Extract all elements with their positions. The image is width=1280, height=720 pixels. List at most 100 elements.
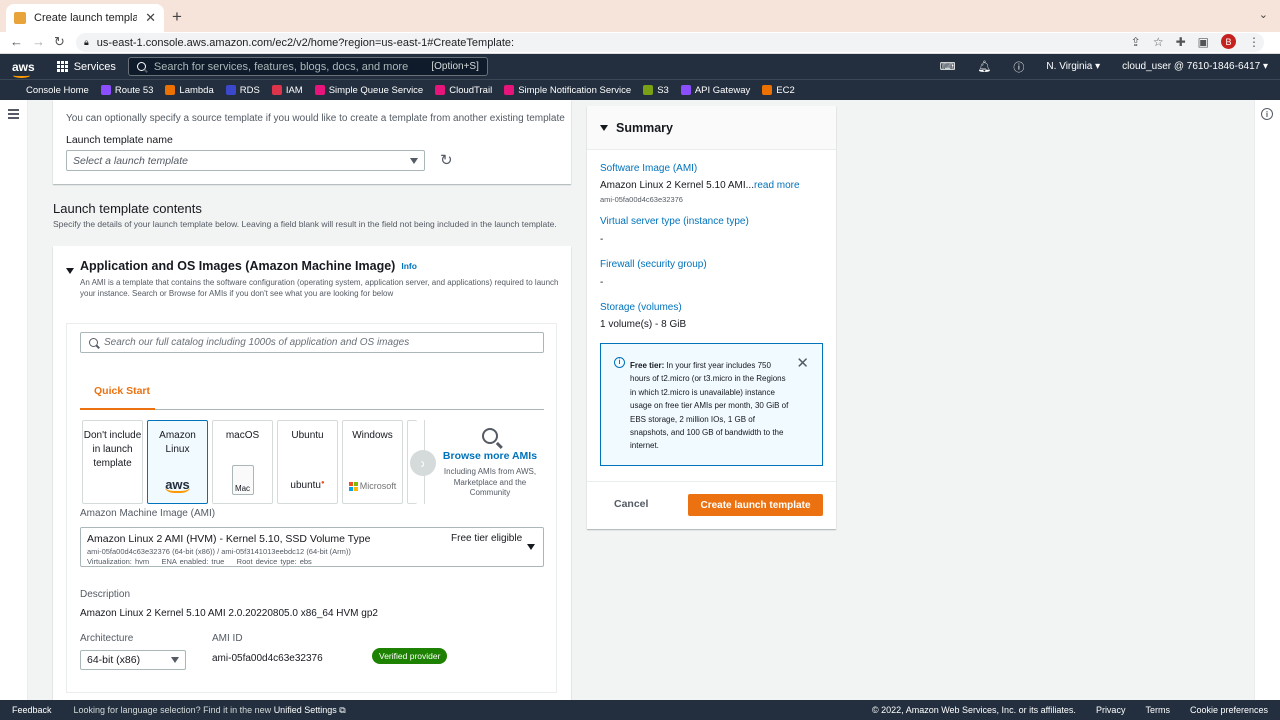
aws-top-nav: aws Services Search for services, featur… — [0, 54, 1280, 79]
favorite-link[interactable]: Simple Queue Service — [314, 84, 424, 96]
refresh-icon[interactable]: ↻ — [440, 151, 453, 169]
cookie-preferences-link[interactable]: Cookie preferences — [1190, 705, 1268, 715]
services-menu-button[interactable]: Services — [56, 61, 116, 73]
ami-section-title: Application and OS Images (Amazon Machin… — [80, 259, 396, 273]
os-tile-windows[interactable]: Windows Microsoft — [342, 420, 403, 504]
browse-more-amis-link[interactable]: Browse more AMIs — [435, 450, 545, 462]
extensions-icon[interactable]: ✚ — [1176, 35, 1186, 49]
carousel-next-button[interactable]: › — [410, 450, 436, 476]
software-image-value: Amazon Linux 2 Kernel 5.10 AMI...read mo… — [600, 180, 800, 191]
browse-more-amis[interactable]: Browse more AMIs Including AMIs from AWS… — [435, 424, 545, 499]
info-link[interactable]: Info — [401, 261, 417, 271]
service-icon — [271, 85, 282, 95]
favorite-label: S3 — [657, 84, 669, 96]
forward-icon[interactable]: → — [32, 34, 45, 49]
reload-icon[interactable]: ↻ — [54, 34, 65, 50]
instance-type-link[interactable]: Virtual server type (instance type) — [600, 216, 749, 227]
summary-title: Summary — [616, 120, 673, 135]
os-tile-label: macOS — [225, 430, 260, 441]
service-icon — [504, 85, 515, 95]
storage-link[interactable]: Storage (volumes) — [600, 302, 682, 313]
profile-avatar[interactable]: B — [1221, 34, 1236, 49]
verified-provider-badge: Verified provider — [372, 648, 448, 664]
terms-link[interactable]: Terms — [1145, 705, 1170, 715]
contents-desc: Specify the details of your launch templ… — [53, 219, 557, 229]
hamburger-menu-icon[interactable] — [8, 109, 19, 121]
ami-meta: Virtualization: hvm ENA enabled: true Ro… — [87, 557, 312, 566]
source-template-card: You can optionally specify a source temp… — [53, 100, 571, 184]
search-shortcut: [Option+S] — [431, 61, 479, 72]
back-icon[interactable]: ← — [10, 34, 23, 49]
feedback-link[interactable]: Feedback — [12, 705, 52, 715]
architecture-select[interactable]: 64-bit (x86) — [80, 650, 186, 670]
ami-section-card: Application and OS Images (Amazon Machin… — [53, 246, 571, 706]
cloudshell-icon[interactable]: ⌨ — [940, 60, 956, 73]
create-launch-template-button[interactable]: Create launch template — [688, 494, 823, 516]
info-panel-icon[interactable]: i — [1261, 108, 1273, 120]
favorite-link[interactable]: CloudTrail — [435, 85, 492, 96]
storage-value: 1 volume(s) - 8 GiB — [600, 319, 687, 330]
service-icon — [12, 85, 22, 95]
search-icon — [136, 62, 146, 71]
browser-menu-icon[interactable]: ⋮ — [1248, 35, 1260, 49]
ami-catalog-search-input[interactable]: Search our full catalog including 1000s … — [80, 332, 544, 353]
architecture-value: 64-bit (x86) — [87, 654, 141, 666]
summary-header[interactable]: Summary — [587, 106, 836, 150]
launch-template-select[interactable]: Select a launch template — [66, 150, 425, 171]
account-menu[interactable]: cloud_user @ 7610-1846-6417 ▾ — [1122, 61, 1268, 72]
cancel-button[interactable]: Cancel — [614, 498, 648, 510]
microsoft-logo-icon: Microsoft — [343, 476, 402, 494]
favorite-link[interactable]: Lambda — [165, 85, 214, 96]
sidepanel-icon[interactable]: ▣ — [1198, 35, 1209, 49]
close-icon[interactable]: ✕ — [796, 354, 809, 372]
os-tile-macos[interactable]: macOS Mac — [212, 420, 273, 504]
description-label: Description — [80, 589, 131, 600]
firewall-link[interactable]: Firewall (security group) — [600, 259, 707, 270]
favorite-label: Simple Queue Service — [328, 84, 424, 96]
browser-tab[interactable]: Create launch template | EC2 M ✕ — [6, 4, 164, 32]
lock-icon: 🔒︎ — [84, 37, 89, 47]
privacy-link[interactable]: Privacy — [1096, 705, 1126, 715]
favorite-link[interactable]: Simple Notification Service — [504, 85, 631, 96]
ami-ids: ami-05fa00d4c63e32376 (64-bit (x86)) / a… — [87, 547, 351, 556]
os-tile-none[interactable]: Don't include in launch template — [82, 420, 143, 504]
os-tile-ubuntu[interactable]: Ubuntu ubuntu — [277, 420, 338, 504]
favorite-link[interactable]: EC2 — [762, 85, 795, 96]
region-selector[interactable]: N. Virginia ▾ — [1046, 61, 1100, 72]
os-tile-label: Amazon Linux — [159, 430, 196, 455]
firewall-value: - — [600, 277, 604, 288]
info-icon: i — [614, 357, 625, 368]
free-tier-text: Free tier: In your first year includes 7… — [630, 361, 789, 451]
favorites-bar: Console Home Route 53 Lambda RDS IAM Simple Q… — [0, 79, 1280, 100]
bookmark-star-icon[interactable]: ☆ — [1153, 35, 1164, 49]
service-icon — [100, 85, 111, 95]
share-icon[interactable]: ⇪ — [1131, 35, 1141, 49]
close-tab-icon[interactable]: ✕ — [145, 10, 156, 26]
favorite-link[interactable]: Console Home — [12, 85, 89, 96]
favorite-link[interactable]: API Gateway — [680, 85, 750, 96]
unified-settings-link[interactable]: Unified Settings ⧉ — [274, 705, 346, 715]
favorite-link[interactable]: RDS — [225, 85, 260, 96]
software-image-link[interactable]: Software Image (AMI) — [600, 163, 697, 174]
tab-quick-start[interactable]: Quick Start — [94, 385, 150, 397]
summary-panel: Summary Software Image (AMI) Amazon Linu… — [587, 106, 836, 529]
aws-search-input[interactable]: Search for services, features, blogs, do… — [127, 57, 488, 76]
favorite-link[interactable]: Route 53 — [100, 85, 153, 96]
tab-title: Create launch template | EC2 M — [34, 12, 138, 24]
new-tab-icon[interactable]: + — [172, 7, 182, 27]
tab-search-chevron-icon[interactable]: ⌄ — [1259, 8, 1268, 21]
url-text: us-east-1.console.aws.amazon.com/ec2/v2/… — [96, 36, 515, 49]
favorite-link[interactable]: IAM — [271, 85, 303, 96]
help-icon[interactable]: ⓘ — [1013, 59, 1024, 75]
os-tile-amazon-linux[interactable]: Amazon Linux aws — [147, 420, 208, 504]
ami-select[interactable]: Amazon Linux 2 AMI (HVM) - Kernel 5.10, … — [80, 527, 544, 567]
read-more-link[interactable]: read more — [754, 180, 800, 191]
notifications-bell-icon[interactable]: 🔔︎ — [977, 60, 991, 73]
aws-header-right: ⌨ 🔔︎ ⓘ N. Virginia ▾ cloud_user @ 7610-1… — [940, 54, 1268, 79]
aws-logo[interactable]: aws — [12, 60, 35, 78]
favorite-link[interactable]: S3 — [643, 85, 669, 96]
instance-type-value: - — [600, 234, 604, 245]
collapse-caret-icon[interactable] — [66, 263, 74, 277]
url-field[interactable]: 🔒︎ us-east-1.console.aws.amazon.com/ec2/… — [76, 33, 1264, 52]
contents-title: Launch template contents — [53, 201, 202, 216]
